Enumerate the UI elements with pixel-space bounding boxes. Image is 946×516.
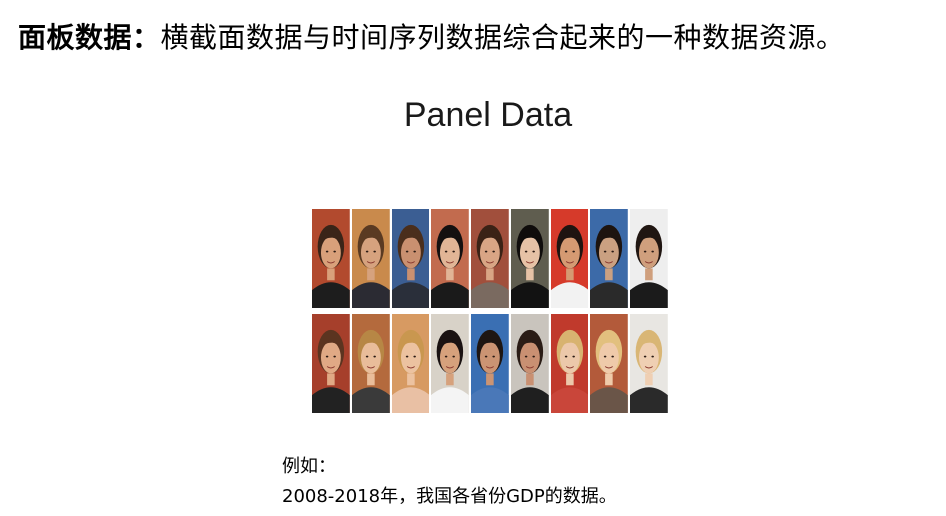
portrait-photo — [510, 314, 549, 413]
portrait-photo — [550, 209, 589, 308]
portrait-photo — [590, 209, 629, 308]
caption-line-1: 例如： — [282, 456, 336, 477]
portrait-grid — [312, 209, 668, 413]
portrait-photo — [471, 209, 509, 308]
slide-heading: 面板数据：横截面数据与时间序列数据综合起来的一种数据资源。 — [18, 18, 938, 58]
portrait-photo — [391, 314, 430, 413]
slide-title: Panel Data — [403, 96, 573, 134]
portrait-photo — [312, 314, 350, 413]
portrait-photo — [630, 209, 668, 308]
portrait-photo — [471, 314, 509, 413]
portrait-photo — [351, 314, 390, 413]
portrait-photo — [312, 209, 350, 308]
portrait-photo — [510, 209, 549, 308]
portrait-photo — [550, 314, 589, 413]
example-caption: 例如： 2008-2018年，我国各省份GDP的数据。 — [282, 452, 617, 512]
portrait-photo — [590, 314, 629, 413]
heading-term: 面板数据： — [18, 21, 161, 54]
heading-definition: 横截面数据与时间序列数据综合起来的一种数据资源。 — [160, 21, 845, 54]
portrait-photo — [630, 314, 668, 413]
caption-line-2: 2008-2018年，我国各省份GDP的数据。 — [282, 486, 617, 507]
portrait-photo — [391, 209, 430, 308]
portrait-photo — [431, 209, 470, 308]
portrait-photo — [351, 209, 390, 308]
portrait-photo — [431, 314, 470, 413]
